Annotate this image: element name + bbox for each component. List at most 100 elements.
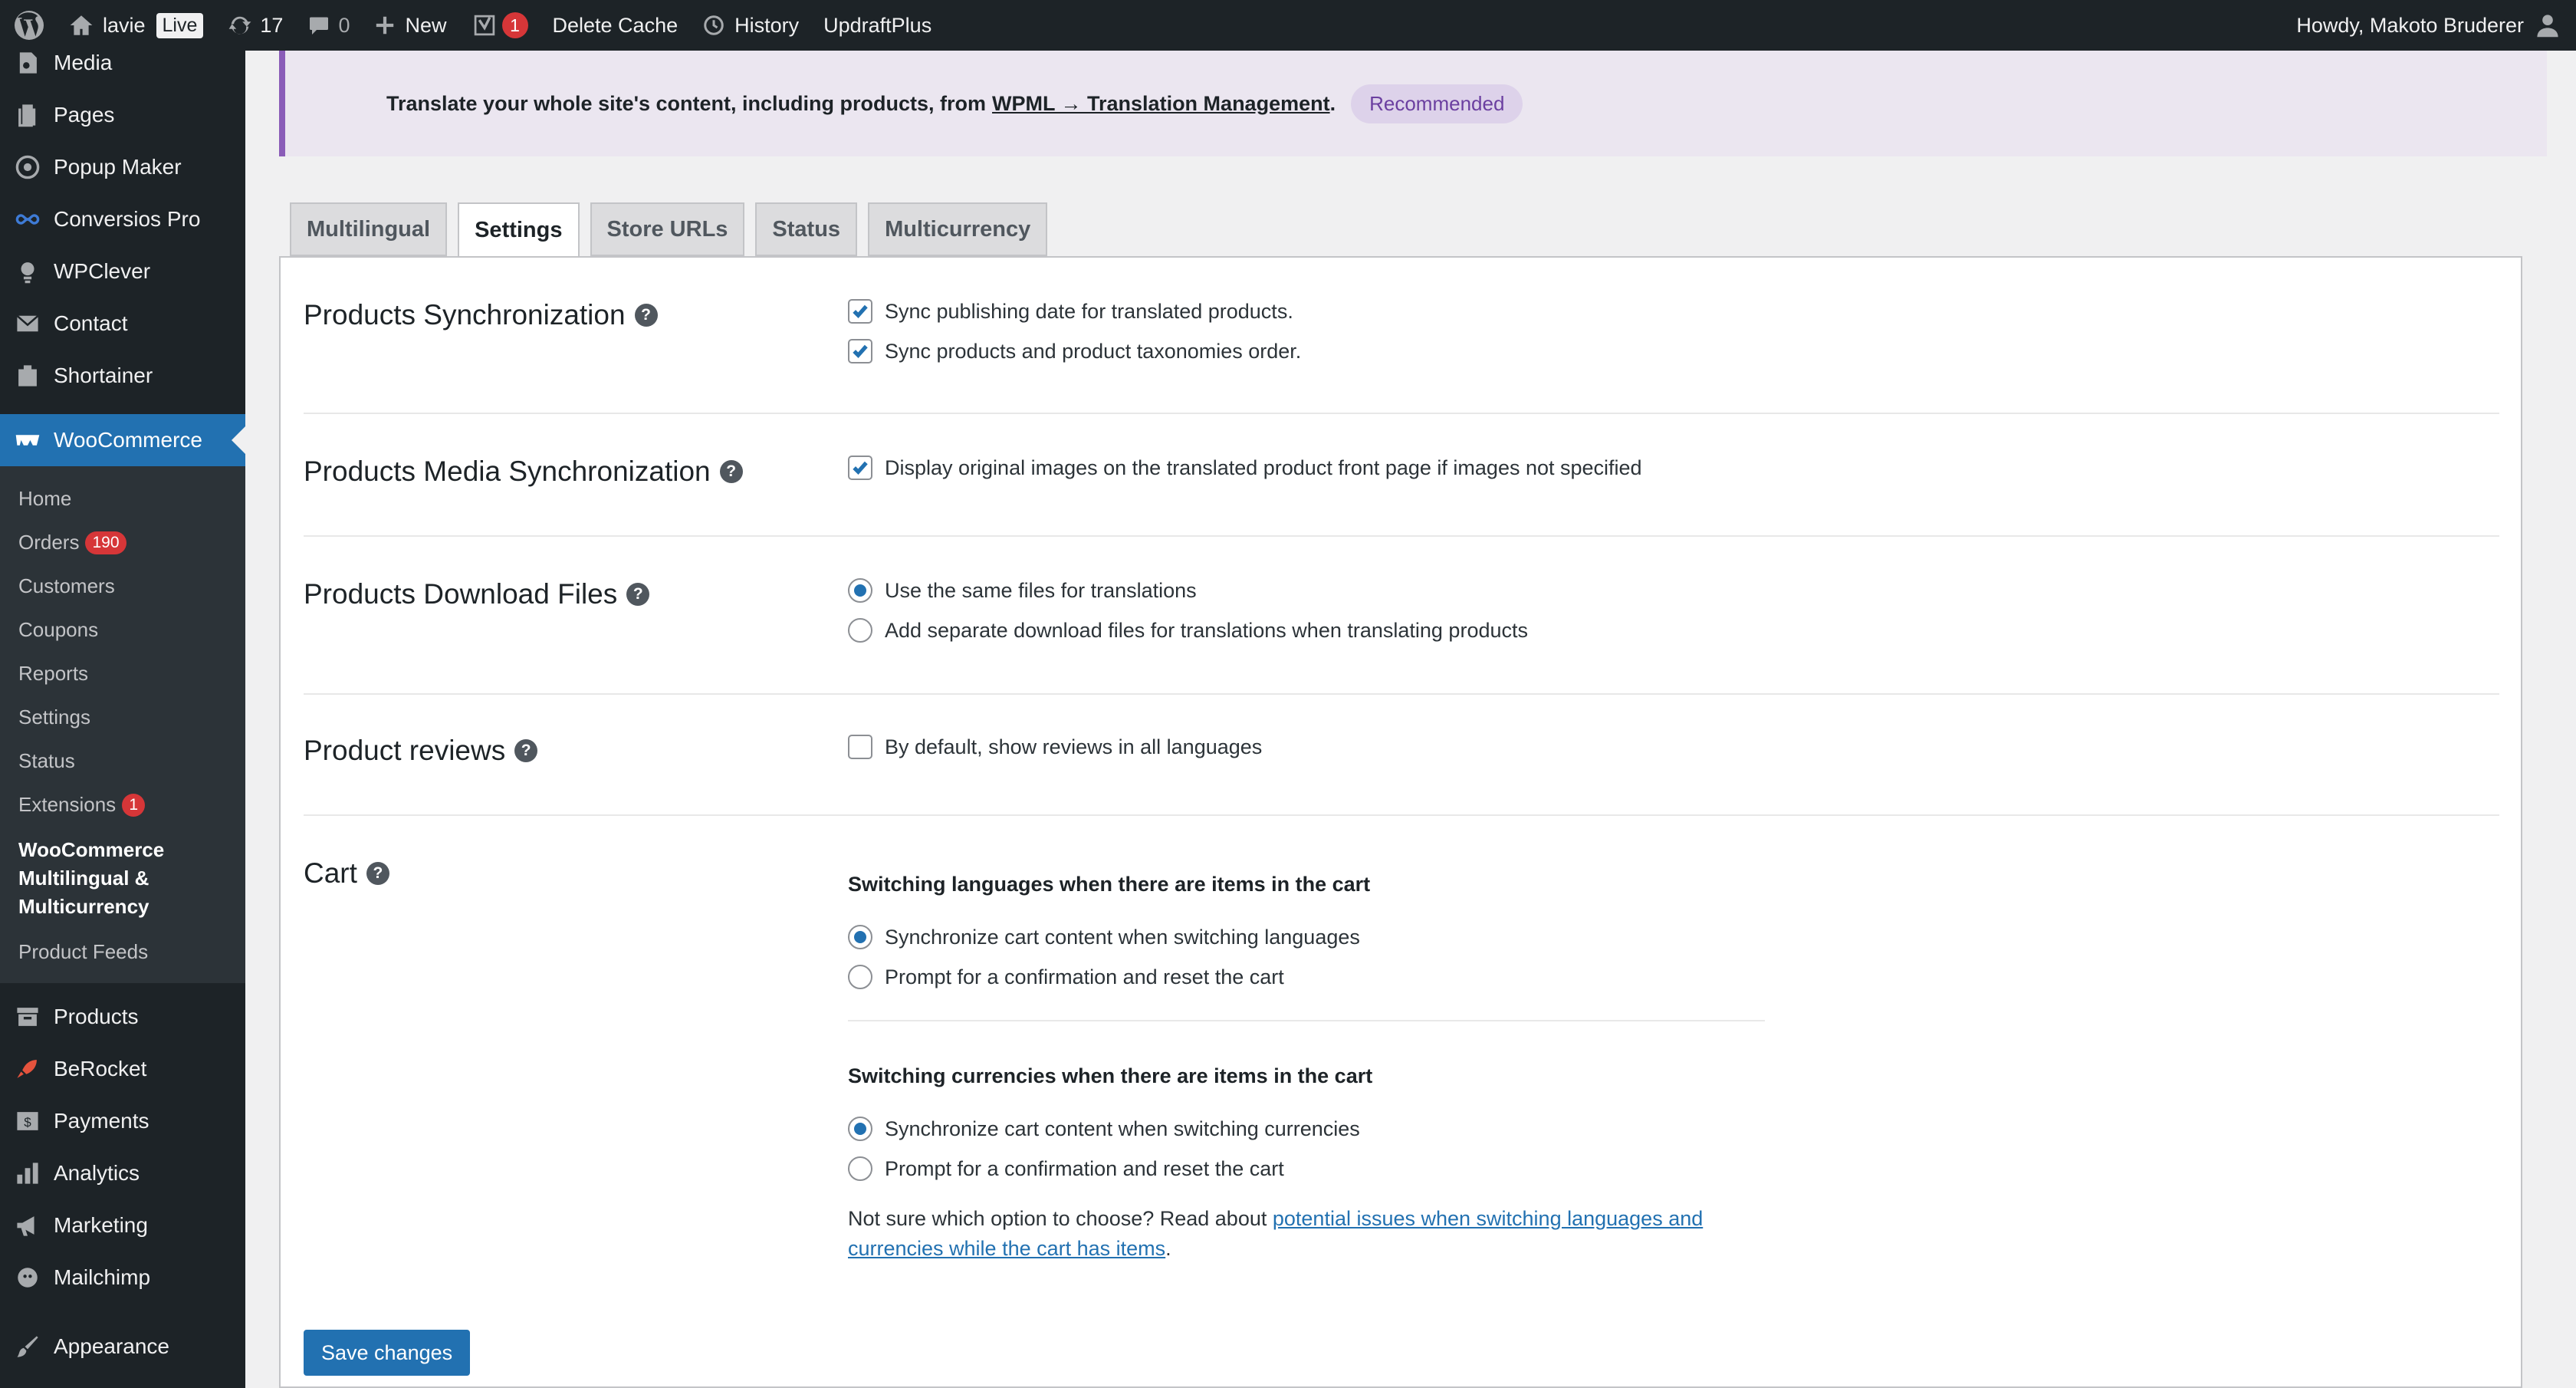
same-files-radio[interactable] [848, 578, 872, 603]
sidebar-item-media[interactable]: Media [0, 51, 245, 89]
tab-status[interactable]: Status [755, 202, 858, 256]
sidebar-item-contact[interactable]: Contact [0, 298, 245, 350]
save-changes-button[interactable]: Save changes [304, 1330, 471, 1376]
help-icon[interactable]: ? [719, 460, 743, 483]
sidebar-item-label: WooCommerce [54, 428, 202, 452]
extensions-count-badge: 1 [122, 793, 146, 817]
tab-store-urls[interactable]: Store URLs [590, 202, 745, 256]
tab-multilingual[interactable]: Multilingual [290, 202, 448, 256]
sync-order-checkbox[interactable] [848, 339, 872, 363]
wordpress-logo-icon[interactable] [0, 0, 57, 51]
submenu-item-extensions[interactable]: Extensions 1 [0, 783, 245, 827]
sidebar-item-woocommerce[interactable]: WooCommerce [0, 414, 245, 466]
prompt-reset-languages-radio[interactable] [848, 965, 872, 989]
submenu-label: Orders [18, 531, 80, 554]
submenu-label: Coupons [18, 618, 99, 641]
sidebar-item-shortainer[interactable]: Shortainer [0, 350, 245, 402]
section-divider [304, 814, 2499, 816]
help-icon[interactable]: ? [626, 583, 650, 606]
submenu-item-reports[interactable]: Reports [0, 652, 245, 696]
conversios-icon [12, 204, 43, 235]
sidebar-item-popup-maker[interactable]: Popup Maker [0, 141, 245, 193]
display-original-images-option[interactable]: Display original images on the translate… [848, 456, 1642, 480]
submenu-item-wcml[interactable]: WooCommerce Multilingual & Multicurrency [0, 827, 245, 930]
sidebar-item-conversios-pro[interactable]: Conversios Pro [0, 193, 245, 245]
comments-count: 0 [338, 13, 350, 37]
section-title: Products Download Files ? [304, 578, 650, 610]
sidebar-item-label: Analytics [54, 1161, 140, 1185]
prompt-reset-languages-option[interactable]: Prompt for a confirmation and reset the … [848, 965, 1284, 989]
sidebar-item-label: Products [54, 1005, 139, 1028]
sync-cart-currencies-option[interactable]: Synchronize cart content when switching … [848, 1117, 1360, 1141]
submenu-item-orders[interactable]: Orders 190 [0, 521, 245, 564]
updates-count: 17 [260, 13, 284, 37]
prompt-reset-currencies-radio[interactable] [848, 1156, 872, 1181]
sidebar-item-appearance[interactable]: Appearance [0, 1321, 245, 1373]
option-label: Prompt for a confirmation and reset the … [885, 965, 1284, 988]
submenu-item-coupons[interactable]: Coupons [0, 608, 245, 652]
sidebar-item-mailchimp[interactable]: Mailchimp [0, 1252, 245, 1304]
help-icon[interactable]: ? [634, 304, 658, 327]
my-account-menu[interactable]: Howdy, Makoto Bruderer [2284, 0, 2576, 51]
prompt-reset-currencies-option[interactable]: Prompt for a confirmation and reset the … [848, 1156, 1284, 1181]
help-icon[interactable]: ? [514, 739, 538, 762]
sync-cart-currencies-radio[interactable] [848, 1117, 872, 1141]
sidebar-item-marketing[interactable]: Marketing [0, 1199, 245, 1252]
section-title: Cart ? [304, 857, 389, 890]
admin-sidebar: Media Pages Popup Maker Conversios Pro W… [0, 51, 245, 1388]
mailchimp-icon [12, 1262, 43, 1293]
products-sync-title: Products Synchronization [304, 299, 626, 331]
admin-bar: lavie Live 17 0 New 1 Delete Cache Histo… [0, 0, 2576, 51]
sync-publishing-date-checkbox[interactable] [848, 299, 872, 324]
site-name-menu[interactable]: lavie Live [57, 0, 215, 51]
submenu-label: Settings [18, 706, 90, 729]
submenu-item-settings[interactable]: Settings [0, 696, 245, 739]
sidebar-item-analytics[interactable]: Analytics [0, 1147, 245, 1199]
help-icon[interactable]: ? [366, 862, 389, 885]
sidebar-item-berocket[interactable]: BeRocket [0, 1043, 245, 1095]
sidebar-item-label: BeRocket [54, 1057, 147, 1080]
sidebar-item-wpclever[interactable]: WPClever [0, 245, 245, 298]
show-reviews-checkbox[interactable] [848, 735, 872, 759]
sync-publishing-date-option[interactable]: Sync publishing date for translated prod… [848, 299, 1293, 324]
updates-menu[interactable]: 17 [215, 0, 295, 51]
display-original-images-checkbox[interactable] [848, 456, 872, 480]
comments-menu[interactable]: 0 [295, 0, 362, 51]
submenu-item-product-feeds[interactable]: Product Feeds [0, 930, 245, 974]
new-content-menu[interactable]: New [362, 0, 458, 51]
svg-text:$: $ [24, 1115, 31, 1130]
separate-files-radio[interactable] [848, 618, 872, 643]
payments-icon: $ [12, 1106, 43, 1136]
notice-text: Translate your whole site's content, inc… [386, 84, 1523, 123]
show-reviews-all-languages-option[interactable]: By default, show reviews in all language… [848, 735, 1262, 759]
sync-cart-languages-option[interactable]: Synchronize cart content when switching … [848, 925, 1360, 949]
separate-files-option[interactable]: Add separate download files for translat… [848, 618, 1528, 643]
yoast-menu[interactable]: 1 [459, 0, 540, 51]
delete-cache-link[interactable]: Delete Cache [540, 0, 691, 51]
wpclever-icon [12, 256, 43, 287]
translation-management-link[interactable]: WPML → Translation Management [992, 92, 1330, 116]
sync-cart-languages-radio[interactable] [848, 925, 872, 949]
sidebar-item-products[interactable]: Products [0, 991, 245, 1043]
option-label: Sync products and product taxonomies ord… [885, 339, 1302, 363]
same-files-option[interactable]: Use the same files for translations [848, 578, 1197, 603]
product-reviews-title: Product reviews [304, 735, 506, 766]
note-text: Not sure which option to choose? Read ab… [848, 1207, 1267, 1230]
sync-order-option[interactable]: Sync products and product taxonomies ord… [848, 339, 1301, 363]
history-menu[interactable]: History [690, 0, 811, 51]
updraftplus-menu[interactable]: UpdraftPlus [811, 0, 944, 51]
sidebar-item-label: Conversios Pro [54, 207, 201, 231]
option-label: Use the same files for translations [885, 578, 1197, 602]
updates-icon [228, 13, 252, 38]
submenu-item-status[interactable]: Status [0, 739, 245, 783]
sidebar-item-pages[interactable]: Pages [0, 89, 245, 141]
sidebar-item-label: Media [54, 51, 113, 74]
sidebar-item-payments[interactable]: $ Payments [0, 1095, 245, 1147]
submenu-item-home[interactable]: Home [0, 477, 245, 521]
tab-settings[interactable]: Settings [458, 202, 580, 258]
submenu-item-customers[interactable]: Customers [0, 564, 245, 608]
submenu-label: Home [18, 487, 72, 510]
currencies-switch-heading: Switching currencies when there are item… [848, 1064, 1373, 1087]
media-sync-title: Products Media Synchronization [304, 456, 711, 487]
tab-multicurrency[interactable]: Multicurrency [868, 202, 1048, 256]
